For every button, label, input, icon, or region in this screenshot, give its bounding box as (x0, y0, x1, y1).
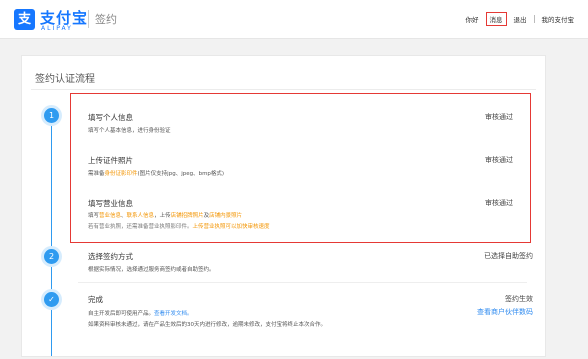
store-interior-photo-link[interactable]: 店铺内景照片 (209, 213, 242, 219)
step-3-title: 完成 (88, 295, 103, 304)
step-3-desc-line2: 如果资料审核未通过，请在产品生效后的30天内进行修改，逾期未修改，支付宝将终止本… (88, 322, 327, 328)
step-1c-title: 填写营业信息 (88, 199, 133, 208)
step-1b-status: 审核通过 (485, 156, 513, 164)
top-nav: 你好 消息 退出 我的支付宝 (465, 12, 575, 26)
business-info-link[interactable]: 营业信息 (99, 213, 121, 219)
step-2-title: 选择签约方式 (88, 252, 133, 261)
step-1b-title: 上传证件照片 (88, 156, 133, 165)
desc-text: 自主开发后即可使用产品。 (88, 311, 155, 317)
card-title: 签约认证流程 (35, 74, 95, 85)
highlight-box (70, 93, 531, 243)
logout-link[interactable]: 退出 (514, 14, 527, 24)
message-link[interactable]: 消息 (485, 12, 507, 26)
step-1a-title: 填写个人信息 (88, 113, 133, 122)
id-photo-link[interactable]: 身份证影印件 (105, 171, 138, 177)
store-sign-photo-link[interactable]: 店铺招牌照片 (171, 213, 204, 219)
step-2-marker: 2 (44, 249, 59, 264)
step-1a-desc: 填写个人基本信息，进行身份验证 (88, 128, 171, 134)
step-1b-desc: 需准备身份证影印件(图片仅支持jpg、jpeg、bmp格式) (88, 169, 224, 177)
upload-license-link[interactable]: 上传营业执照可以加快审核速度 (193, 224, 270, 230)
step-1c-status: 审核通过 (485, 199, 513, 207)
step-divider (78, 282, 527, 283)
alipay-logo-icon[interactable]: 支 (14, 9, 35, 30)
step-1a-status: 审核通过 (485, 113, 513, 121)
desc-text: ，上传 (154, 213, 171, 219)
step-1-marker: 1 (44, 108, 59, 123)
timeline-line (51, 116, 52, 356)
signing-process-card: 签约认证流程 1 填写个人信息 填写个人基本信息，进行身份验证 审核通过 上传证… (21, 55, 546, 357)
dev-docs-link[interactable]: 查看开发文档。 (154, 311, 193, 317)
my-alipay-link[interactable]: 我的支付宝 (542, 14, 575, 24)
step-1c-desc-line1: 填写营业信息、联系人信息，上传店铺招牌照片及店铺内景照片 (88, 211, 242, 219)
step-2-status: 已选择自助签约 (484, 252, 533, 260)
page-title: 签约 (95, 13, 117, 26)
greeting-text: 你好 (465, 16, 479, 24)
logo-divider (88, 10, 89, 28)
step-3-status: 签约生效 (505, 295, 533, 303)
step-2-desc: 根据实际情况，选择通过服务商签约或者自助签约。 (88, 267, 215, 273)
step-1b-desc-suffix: (图片仅支持jpg、jpeg、bmp格式) (137, 171, 225, 177)
step-3-desc-line1: 自主开发后即可使用产品。查看开发文档。 (88, 309, 193, 317)
logo-text-en: ALIPAY (41, 25, 73, 32)
step-1c-desc-line2: 若有营业执照，还需准备营业执照影印件。上传营业执照可以加快审核速度 (88, 222, 270, 230)
step-1b-desc-prefix: 需准备 (88, 171, 105, 177)
step-3-check-icon: ✓ (44, 292, 59, 307)
desc-text: 若有营业执照，还需准备营业执照影印件。 (88, 224, 193, 230)
contact-info-link[interactable]: 联系人信息 (127, 213, 155, 219)
top-header: 支 支付宝 ALIPAY 签约 你好 消息 退出 我的支付宝 (0, 0, 588, 39)
card-divider (31, 89, 536, 90)
desc-text: 填写 (88, 213, 100, 219)
nav-divider (533, 15, 535, 23)
view-merchant-link[interactable]: 查看商户伙伴数码 (477, 307, 533, 317)
